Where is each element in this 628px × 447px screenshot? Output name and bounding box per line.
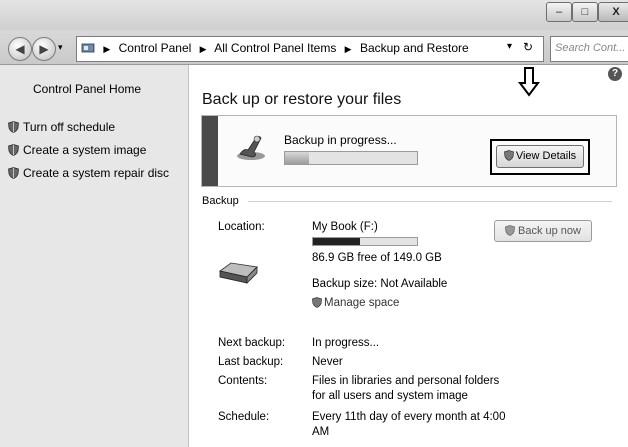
shield-icon — [505, 223, 515, 236]
location-label: Location: — [218, 221, 265, 233]
next-backup-label: Next backup: — [218, 337, 286, 349]
chevron-right-icon: ▶ — [103, 44, 111, 54]
schedule-value-line2: AM — [312, 426, 330, 438]
backup-progress-fill — [285, 152, 309, 164]
status-stripe — [202, 116, 218, 186]
sidebar-item-label: Create a system repair disc — [23, 166, 170, 180]
maximize-button[interactable]: □ — [572, 2, 598, 22]
contents-label: Contents: — [218, 375, 268, 387]
sidebar-item-label: Turn off schedule — [23, 120, 116, 134]
drive-usage-fill — [313, 238, 360, 245]
down-arrow-annotation-icon — [518, 67, 540, 100]
chevron-right-icon: ▶ — [199, 44, 207, 54]
backup-size-text: Backup size: Not Available — [312, 278, 448, 290]
drive-usage-bar — [312, 237, 418, 246]
backup-restore-window: ‒ □ X ◀ ▶ ▾ ▶ Control Panel ▶ All Contro… — [0, 0, 628, 447]
sidebar-item-label: Create a system image — [23, 143, 147, 157]
chevron-right-icon: ▶ — [344, 44, 352, 54]
back-up-now-button[interactable]: Back up now — [494, 220, 592, 242]
address-box[interactable]: ▶ Control Panel ▶ All Control Panel Item… — [76, 36, 544, 62]
next-backup-value: In progress... — [312, 337, 380, 349]
close-button[interactable]: X — [598, 2, 628, 22]
control-panel-home-link[interactable]: Control Panel Home — [33, 82, 141, 96]
forward-button[interactable]: ▶ — [32, 37, 56, 61]
last-backup-label: Last backup: — [218, 356, 284, 368]
view-details-highlight: View Details — [490, 139, 590, 175]
search-input[interactable]: Search Cont... — [550, 36, 628, 62]
shield-icon — [503, 148, 514, 161]
schedule-value-line1: Every 11th day of every month at 4:00 — [312, 411, 506, 423]
forward-arrow-icon: ▶ — [39, 42, 49, 56]
location-value: My Book (F:) — [312, 221, 378, 233]
backup-progress-panel: Backup in progress... View Details — [201, 115, 617, 187]
minimize-button[interactable]: ‒ — [546, 2, 572, 22]
manage-space-label: Manage space — [324, 297, 400, 309]
back-arrow-icon: ◀ — [15, 42, 25, 56]
contents-value-line1: Files in libraries and personal folders — [312, 375, 500, 387]
page-title: Back up or restore your files — [202, 91, 402, 108]
back-button[interactable]: ◀ — [8, 37, 32, 61]
main-content: ? Back up or restore your files Backup i… — [189, 65, 628, 447]
contents-value-line2: for all users and system image — [312, 390, 468, 402]
title-bar: ‒ □ X — [0, 0, 628, 30]
section-divider — [248, 201, 612, 202]
task-pane: Control Panel Home Turn off schedule Cre… — [0, 65, 189, 447]
backup-drive-icon — [234, 130, 268, 165]
address-dropdown-icon[interactable]: ▾ — [507, 41, 512, 52]
refresh-icon[interactable]: ↻ — [523, 40, 533, 54]
backup-progress-bar — [284, 151, 418, 165]
hard-drive-icon — [217, 261, 259, 290]
search-placeholder: Search Cont... — [555, 42, 626, 54]
help-icon[interactable]: ? — [608, 67, 622, 81]
manage-space-link[interactable]: Manage space — [312, 297, 399, 309]
breadcrumb-control-panel[interactable]: Control Panel — [119, 41, 192, 55]
backup-section-header: Backup — [202, 195, 612, 209]
section-title: Backup — [202, 195, 239, 207]
control-panel-icon — [81, 42, 95, 54]
free-space-text: 86.9 GB free of 149.0 GB — [312, 252, 442, 264]
history-dropdown-icon[interactable]: ▾ — [58, 42, 63, 53]
breadcrumb-backup-restore[interactable]: Backup and Restore — [360, 41, 469, 55]
shield-icon — [312, 297, 322, 308]
shield-icon — [8, 121, 19, 133]
shield-icon — [8, 144, 19, 156]
shield-icon — [8, 167, 19, 179]
view-details-label: View Details — [515, 150, 577, 162]
sidebar-item-create-system-image[interactable]: Create a system image — [8, 143, 146, 157]
backup-status-text: Backup in progress... — [284, 133, 397, 147]
address-bar-area: ◀ ▶ ▾ ▶ Control Panel ▶ All Control Pane… — [0, 30, 628, 65]
back-up-now-label: Back up now — [518, 225, 581, 237]
last-backup-value: Never — [312, 356, 343, 368]
sidebar-item-turn-off-schedule[interactable]: Turn off schedule — [8, 120, 115, 134]
schedule-label: Schedule: — [218, 411, 270, 423]
breadcrumb-all-items[interactable]: All Control Panel Items — [214, 41, 336, 55]
sidebar-item-create-repair-disc[interactable]: Create a system repair disc — [8, 166, 169, 180]
view-details-button[interactable]: View Details — [496, 145, 584, 168]
